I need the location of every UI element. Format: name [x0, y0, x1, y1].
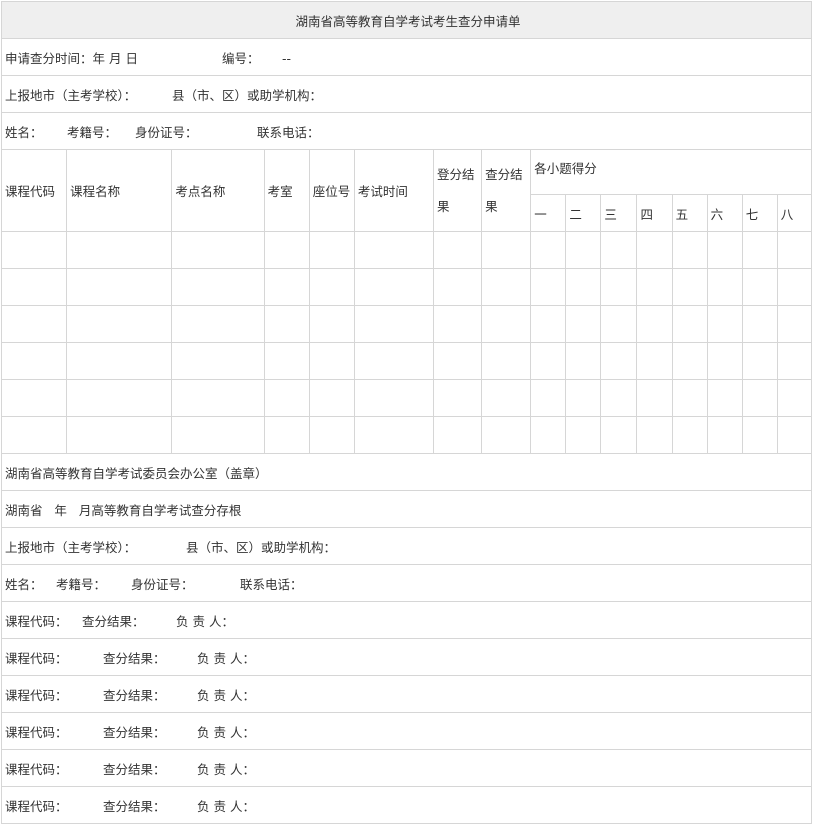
apply-time-label: 申请查分时间：年 月 日: [5, 50, 138, 66]
stub-check-result-label: 查分结果：: [103, 724, 166, 740]
question-col: 八: [776, 194, 813, 232]
stub-check-result-label: 查分结果：: [103, 650, 166, 666]
col-exam-site: 考点名称: [171, 149, 265, 232]
report-city-row: 上报地市（主考学校）： 县（市、区）或助学机构：: [1, 75, 812, 113]
stub-line: 课程代码： 查分结果： 负 责 人：: [1, 601, 812, 639]
form-title-row: 湖南省高等教育自学考试考生查分申请单: [1, 1, 812, 39]
stub-person-label: 负 责 人：: [197, 798, 255, 814]
stub-city-row: 上报地市（主考学校）： 县（市、区）或助学机构：: [1, 527, 812, 565]
question-col: 二: [565, 194, 602, 232]
stub-person-label: 负 责 人：: [197, 761, 255, 777]
stub-line: 课程代码： 查分结果： 负 责 人：: [1, 638, 812, 676]
stub-person-label: 负 责 人：: [176, 613, 234, 629]
score-check-application-form: 湖南省高等教育自学考试考生查分申请单 申请查分时间：年 月 日 编号： -- 上报地…: [0, 1, 813, 824]
exam-no-label: 考籍号：: [67, 124, 118, 140]
table-row: [0, 231, 813, 269]
id-no-label: 身份证号：: [135, 124, 198, 140]
table-row: [0, 342, 813, 380]
form-title: 湖南省高等教育自学考试考生查分申请单: [1, 1, 812, 39]
stub-person-label: 负 责 人：: [197, 724, 255, 740]
col-reg-result: 登分结果: [433, 149, 483, 232]
stub-person-label: 负 责 人：: [197, 650, 255, 666]
stub-title-row: 湖南省 年 月高等教育自学考试查分存根: [1, 490, 812, 528]
question-col: 三: [600, 194, 638, 232]
question-col: 四: [636, 194, 673, 232]
report-city-label: 上报地市（主考学校）：: [5, 87, 137, 103]
col-check-result: 查分结果: [481, 149, 532, 232]
candidate-info-row: 姓名： 考籍号： 身份证号： 联系电话：: [1, 112, 812, 150]
stub-course-code-label: 课程代码：: [5, 687, 68, 703]
question-col: 七: [741, 194, 778, 232]
table-row: [0, 268, 813, 306]
phone-label: 联系电话：: [257, 124, 320, 140]
county-label: 县（市、区）或助学机构：: [172, 87, 323, 103]
col-course-code: 课程代码: [0, 149, 68, 232]
name-label: 姓名：: [5, 124, 43, 140]
stub-line: 课程代码： 查分结果： 负 责 人：: [1, 749, 812, 787]
stub-course-code-label: 课程代码：: [5, 798, 68, 814]
apply-time-row: 申请查分时间：年 月 日 编号： --: [1, 38, 812, 76]
stub-name-label: 姓名：: [5, 576, 43, 592]
stub-line: 课程代码： 查分结果： 负 责 人：: [1, 712, 812, 750]
stub-check-result-label: 查分结果：: [103, 761, 166, 777]
stub-county-label: 县（市、区）或助学机构：: [186, 539, 337, 555]
number-label: 编号：: [222, 50, 260, 66]
question-col: 五: [671, 194, 708, 232]
col-exam-time: 考试时间: [353, 149, 435, 232]
office-row: 湖南省高等教育自学考试委员会办公室（盖章）: [1, 453, 812, 491]
stub-phone-label: 联系电话：: [240, 576, 303, 592]
stub-info-row: 姓名： 考籍号： 身份证号： 联系电话：: [1, 564, 812, 602]
stub-course-code-label: 课程代码：: [5, 724, 68, 740]
stub-check-result-label: 查分结果：: [103, 798, 166, 814]
stub-line: 课程代码： 查分结果： 负 责 人：: [1, 675, 812, 713]
stub-line: 课程代码： 查分结果： 负 责 人：: [1, 786, 812, 824]
stub-exam-no-label: 考籍号：: [56, 576, 107, 592]
stub-course-code-label: 课程代码：: [5, 613, 68, 629]
stub-course-code-label: 课程代码：: [5, 650, 68, 666]
col-course-name: 课程名称: [66, 149, 173, 232]
table-header-row: 课程代码 课程名称 考点名称 考室 座位号 考试时间 登分结果 查分结果 各小题…: [0, 149, 812, 232]
office-seal-label: 湖南省高等教育自学考试委员会办公室（盖章）: [1, 453, 812, 491]
stub-check-result-label: 查分结果：: [82, 613, 145, 629]
col-sub-scores: 各小题得分: [530, 149, 812, 195]
number-value: --: [282, 50, 292, 66]
table-row: [0, 305, 813, 343]
stub-id-no-label: 身份证号：: [131, 576, 194, 592]
stub-course-code-label: 课程代码：: [5, 761, 68, 777]
col-room: 考室: [263, 149, 310, 232]
col-seat: 座位号: [308, 149, 355, 232]
question-col: 一: [530, 194, 567, 232]
stub-city-label: 上报地市（主考学校）：: [5, 539, 137, 555]
table-row: [0, 416, 813, 454]
stub-person-label: 负 责 人：: [197, 687, 255, 703]
table-row: [0, 379, 813, 417]
stub-title: 湖南省 年 月高等教育自学考试查分存根: [1, 490, 812, 528]
stub-check-result-label: 查分结果：: [103, 687, 166, 703]
question-col: 六: [706, 194, 743, 232]
